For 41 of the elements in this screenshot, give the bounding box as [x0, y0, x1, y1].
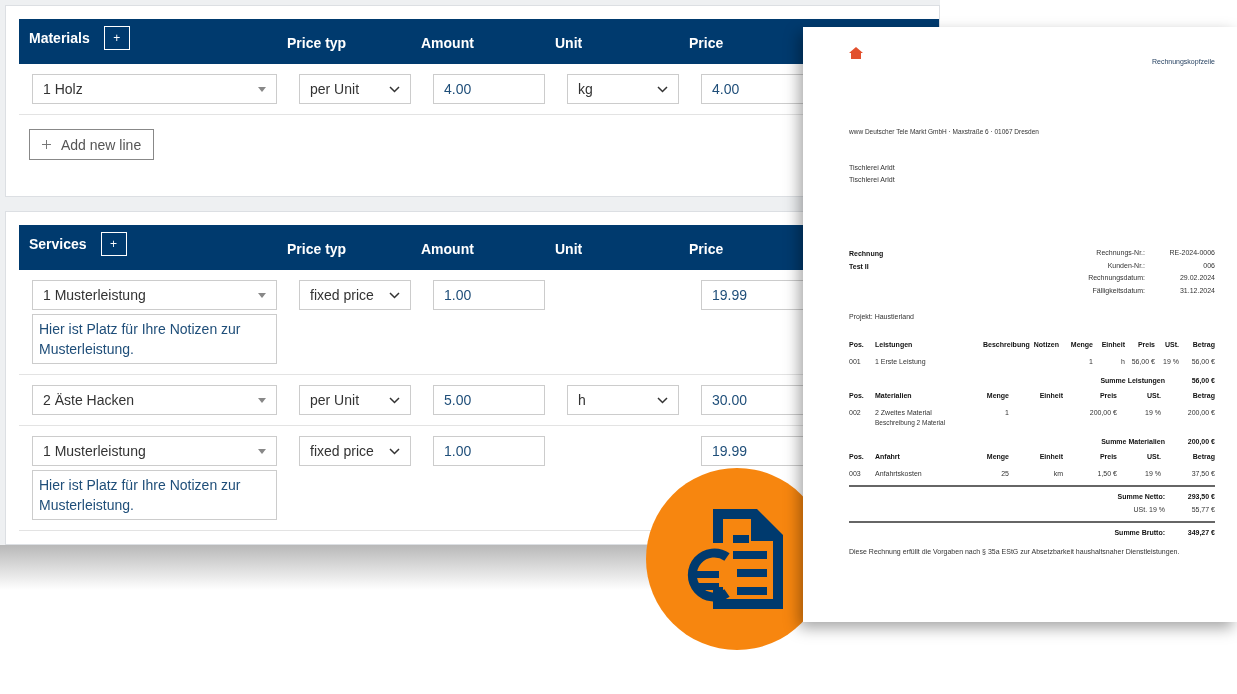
column-header: Price typ: [287, 34, 348, 51]
price-type-select[interactable]: per Unit: [299, 385, 411, 415]
column-header: Unit: [555, 240, 584, 257]
unit-select[interactable]: kg: [567, 74, 679, 104]
caret-icon: [258, 292, 266, 298]
column-header: Price: [689, 34, 725, 51]
amount-field[interactable]: 1.00: [433, 280, 545, 310]
chevron-down-icon: [657, 85, 668, 93]
column-header: Unit: [555, 34, 584, 51]
add-button[interactable]: +: [100, 231, 127, 256]
column-header: Price typ: [287, 240, 348, 257]
price-type-select[interactable]: per Unit: [299, 74, 411, 104]
chevron-down-icon: [389, 85, 400, 93]
caret-icon: [258, 86, 266, 92]
caret-icon: [258, 448, 266, 454]
amount-field[interactable]: 4.00: [433, 74, 545, 104]
item-select[interactable]: 1 Holz: [32, 74, 277, 104]
item-select[interactable]: 2 Äste Hacken: [32, 385, 277, 415]
column-header: Amount: [421, 240, 475, 257]
logo-icon: [849, 47, 863, 59]
column-header: Price: [689, 240, 725, 257]
price-type-select[interactable]: fixed price: [299, 280, 411, 310]
item-select[interactable]: 1 Musterleistung: [32, 280, 277, 310]
item-select[interactable]: 1 Musterleistung: [32, 436, 277, 466]
chevron-down-icon: [389, 396, 400, 404]
plus-icon: [42, 140, 51, 149]
amount-field[interactable]: 1.00: [433, 436, 545, 466]
caret-icon: [258, 397, 266, 403]
section-title: Services: [29, 235, 87, 252]
chevron-down-icon: [657, 396, 668, 404]
notes-field[interactable]: Hier ist Platz für Ihre Notizen zur Musterleistung.: [32, 314, 277, 364]
chevron-down-icon: [389, 447, 400, 455]
notes-field[interactable]: Hier ist Platz für Ihre Notizen zur Musterleistung.: [32, 470, 277, 520]
add-line-button[interactable]: Add new line: [29, 129, 155, 160]
section-title: Materials: [29, 29, 90, 46]
chevron-down-icon: [389, 291, 400, 299]
column-header: Amount: [421, 34, 475, 51]
unit-select[interactable]: h: [567, 385, 679, 415]
amount-field[interactable]: 5.00: [433, 385, 545, 415]
price-type-select[interactable]: fixed price: [299, 436, 411, 466]
add-button[interactable]: +: [103, 25, 130, 50]
